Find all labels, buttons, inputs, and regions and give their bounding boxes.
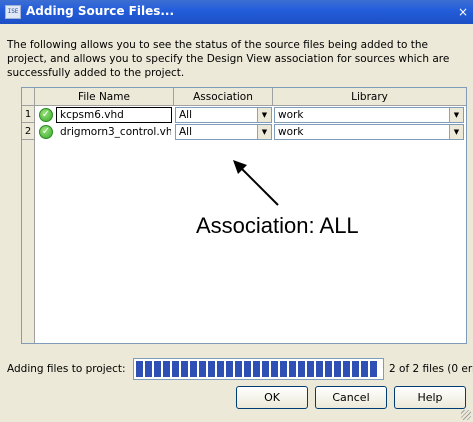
window-title: Adding Source Files... (26, 4, 175, 18)
file-name-text: kcpsm6.vhd (60, 109, 124, 121)
progress-segment (199, 361, 206, 377)
help-button[interactable]: Help (394, 386, 466, 409)
progress-segment (325, 361, 332, 377)
progress-bar (133, 358, 384, 380)
check-icon: ✓ (39, 125, 53, 139)
column-header-library[interactable]: Library (273, 88, 466, 106)
progress-segment (307, 361, 314, 377)
description-text: The following allows you to see the stat… (7, 39, 450, 79)
title-bar[interactable]: ISE Adding Source Files... × (0, 0, 473, 24)
annotation-label: Association: ALL (196, 213, 359, 238)
progress-segment (316, 361, 323, 377)
corner-header (22, 88, 35, 106)
file-name-text: drigmorn3_control.vhd (60, 126, 172, 138)
progress-segment (352, 361, 359, 377)
file-name-cell: kcpsm6.vhd (56, 107, 172, 123)
progress-label: Adding files to project: (7, 363, 126, 375)
progress-segment (163, 361, 170, 377)
progress-segment (208, 361, 215, 377)
progress-segment (370, 361, 377, 377)
association-value: All (179, 109, 193, 121)
chevron-down-icon[interactable]: ▼ (449, 125, 463, 139)
close-button[interactable]: × (455, 4, 471, 20)
progress-segment (145, 361, 152, 377)
library-value: work (278, 126, 304, 138)
adding-source-files-dialog: ISE Adding Source Files... × The followi… (0, 0, 473, 422)
library-value: work (278, 109, 304, 121)
progress-segment (181, 361, 188, 377)
check-icon: ✓ (39, 108, 53, 122)
progress-segment (226, 361, 233, 377)
annotation-arrow-icon (233, 160, 279, 206)
progress-segment (190, 361, 197, 377)
library-select[interactable]: work ▼ (274, 124, 464, 140)
progress-segment (280, 361, 287, 377)
progress-segment (244, 361, 251, 377)
chevron-down-icon[interactable]: ▼ (257, 108, 271, 122)
row-number: 1 (22, 107, 34, 123)
progress-segment (262, 361, 269, 377)
progress-segment (334, 361, 341, 377)
file-name-cell: drigmorn3_control.vhd (56, 124, 172, 140)
progress-segment (154, 361, 161, 377)
progress-segment (235, 361, 242, 377)
ok-button[interactable]: OK (236, 386, 308, 409)
progress-segment (298, 361, 305, 377)
association-value: All (179, 126, 193, 138)
progress-segment (217, 361, 224, 377)
cancel-button[interactable]: Cancel (315, 386, 387, 409)
progress-segment (289, 361, 296, 377)
column-header-association[interactable]: Association (174, 88, 273, 106)
progress-segment (343, 361, 350, 377)
progress-status: 2 of 2 files (0 errors) (389, 363, 473, 375)
progress-segment (361, 361, 368, 377)
resize-grip-icon[interactable] (461, 410, 471, 420)
progress-segment (271, 361, 278, 377)
column-header-file-name[interactable]: File Name (35, 88, 174, 106)
association-select[interactable]: All ▼ (175, 107, 272, 123)
app-icon: ISE (5, 5, 21, 19)
association-select[interactable]: All ▼ (175, 124, 272, 140)
progress-segment (136, 361, 143, 377)
progress-segment (172, 361, 179, 377)
chevron-down-icon[interactable]: ▼ (449, 108, 463, 122)
library-select[interactable]: work ▼ (274, 107, 464, 123)
chevron-down-icon[interactable]: ▼ (257, 125, 271, 139)
progress-segment (253, 361, 260, 377)
row-number: 2 (22, 124, 34, 140)
